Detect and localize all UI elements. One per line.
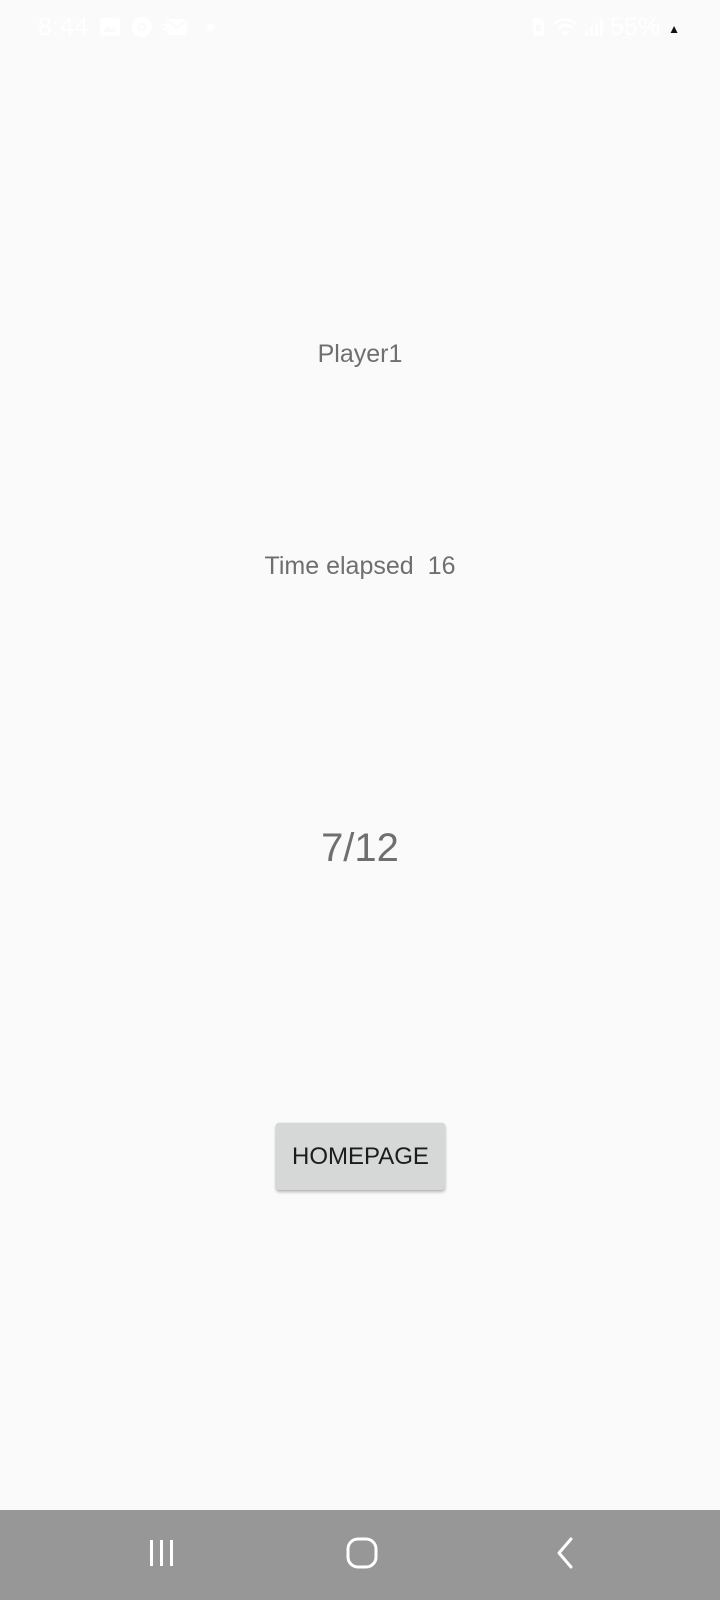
back-icon bbox=[553, 1536, 579, 1575]
signal-icon bbox=[584, 16, 604, 38]
status-left: 8:44 bbox=[38, 12, 214, 42]
homepage-button[interactable]: HOMEPAGE bbox=[276, 1123, 445, 1190]
sim-icon bbox=[530, 16, 546, 38]
time-elapsed-value: 16 bbox=[427, 552, 456, 580]
home-icon bbox=[345, 1536, 379, 1575]
score-display: 7/12 bbox=[321, 826, 399, 870]
time-elapsed-label: Time elapsed bbox=[264, 552, 414, 580]
player-name: Player1 bbox=[317, 340, 403, 368]
battery-icon: ▲ bbox=[668, 22, 680, 36]
time-elapsed-row: Time elapsed 16 bbox=[0, 552, 720, 581]
battery-percentage: 55% bbox=[610, 12, 661, 41]
navigation-bar bbox=[0, 1510, 720, 1600]
image-icon bbox=[99, 16, 121, 38]
recents-icon bbox=[146, 1538, 178, 1573]
home-button[interactable] bbox=[302, 1510, 422, 1600]
recents-button[interactable] bbox=[102, 1510, 222, 1600]
chrome-icon bbox=[131, 16, 153, 38]
status-time: 8:44 bbox=[38, 12, 89, 41]
notification-dot-icon bbox=[206, 23, 214, 31]
back-button[interactable] bbox=[506, 1510, 626, 1600]
status-bar: 8:44 55% ▲ bbox=[0, 0, 720, 56]
mail-icon bbox=[162, 16, 189, 38]
status-right: 55% ▲ bbox=[530, 12, 680, 42]
wifi-icon bbox=[552, 16, 578, 38]
